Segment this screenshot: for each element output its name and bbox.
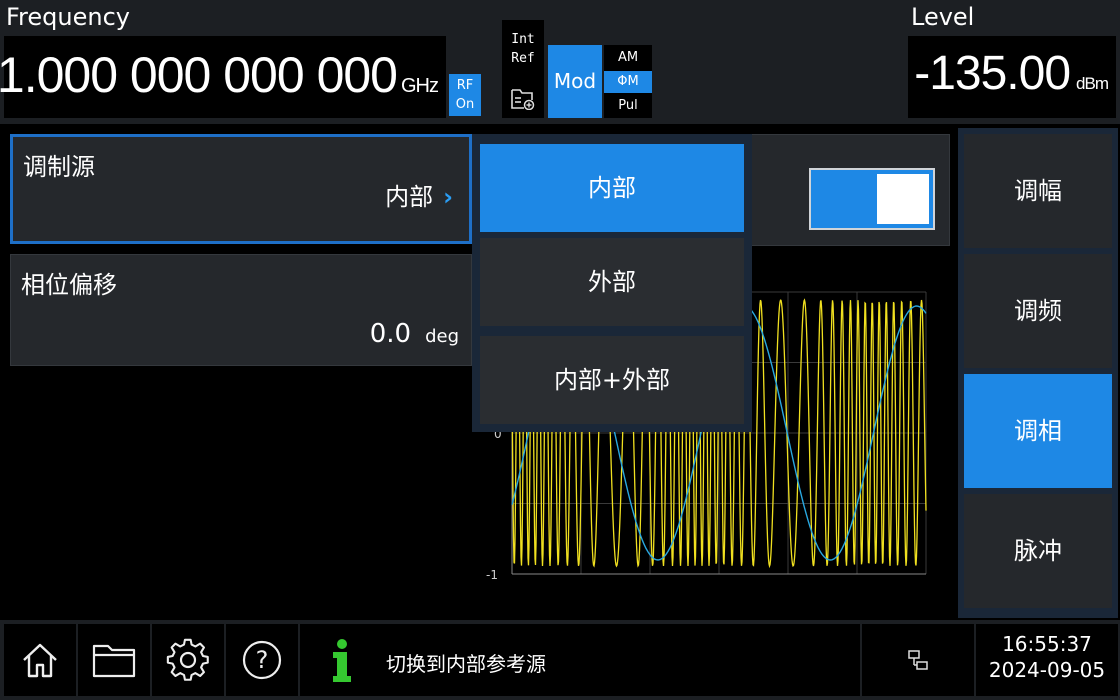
clock-date: 2024-09-05 — [988, 658, 1106, 682]
mod-item-pulse: Pul — [618, 98, 638, 113]
mod-item-am: AM — [617, 50, 639, 65]
mod-type-list: AM ΦM Pul — [604, 45, 652, 118]
frequency-value: 1.000 000 000 000 — [0, 47, 398, 103]
home-icon — [23, 643, 57, 678]
reference-indicator[interactable]: Int Ref — [502, 20, 544, 118]
clock-time: 16:55:37 — [1002, 632, 1092, 656]
dropdown-option-external[interactable]: 外部 — [480, 238, 744, 326]
frequency-label: Frequency — [6, 3, 130, 31]
modulation-source-dropdown: 内部 外部 内部+外部 — [472, 134, 752, 432]
phase-offset-unit: deg — [425, 326, 459, 347]
info-icon — [333, 639, 351, 682]
network-icon — [908, 650, 928, 670]
status-message: 切换到内部参考源 — [386, 652, 546, 676]
frequency-readout: 1.000 000 000 000 GHz — [0, 46, 439, 104]
settings-button[interactable] — [152, 624, 224, 696]
frequency-unit: GHz — [401, 75, 439, 97]
phase-offset-panel[interactable]: 相位偏移 0.0 deg — [10, 254, 472, 366]
y-tick-bottom: -1 — [486, 568, 498, 582]
softkey-am[interactable]: 调幅 — [964, 134, 1112, 248]
modulation-toggle-switch[interactable] — [809, 168, 935, 230]
level-unit: dBm — [1076, 74, 1109, 93]
softkey-fm[interactable]: 调频 — [964, 254, 1112, 368]
phase-offset-value: 0.0 — [369, 319, 412, 349]
phase-offset-value-row: 0.0 deg — [370, 319, 459, 349]
chevron-right-icon: › — [443, 183, 453, 211]
frequency-display[interactable]: 1.000 000 000 000 GHz — [0, 36, 446, 118]
ref-line1: Int — [511, 32, 535, 47]
mod-item-pm: ΦM — [604, 71, 652, 93]
softkey-pm[interactable]: 调相 — [964, 374, 1112, 488]
network-status[interactable] — [862, 624, 974, 696]
rf-badge-line1: RF — [456, 78, 474, 93]
level-readout: -135.00 dBm — [914, 46, 1109, 101]
status-message-area: 切换到内部参考源 — [300, 624, 860, 696]
home-button[interactable] — [4, 624, 76, 696]
level-value: -135.00 — [914, 47, 1071, 100]
help-icon: ? — [242, 640, 282, 680]
modulation-source-title: 调制源 — [23, 153, 95, 181]
folder-icon — [92, 644, 136, 678]
modulation-softkeys: 调幅 调频 调相 脉冲 — [958, 128, 1118, 618]
dropdown-option-internal[interactable]: 内部 — [480, 144, 744, 232]
gear-icon — [166, 638, 209, 681]
clock: 16:55:37 2024-09-05 — [976, 624, 1118, 696]
rf-on-badge[interactable]: RF On — [449, 74, 481, 116]
phase-offset-title: 相位偏移 — [21, 271, 117, 299]
mod-button[interactable]: Mod — [548, 45, 602, 118]
dropdown-option-internal-external[interactable]: 内部+外部 — [480, 336, 744, 424]
level-label: Level — [911, 3, 975, 31]
toggle-knob — [877, 174, 929, 224]
modulation-source-panel[interactable]: 调制源 内部 › — [10, 134, 472, 244]
level-display[interactable]: -135.00 dBm — [908, 36, 1116, 118]
help-button[interactable]: ? — [226, 624, 298, 696]
bottom-bar: ? 切换到内部参考源 16:55:37 2024-09-05 — [0, 620, 1120, 700]
svg-text:?: ? — [256, 646, 269, 674]
top-status-bar: Frequency 1.000 000 000 000 GHz RF On Int… — [0, 0, 1120, 124]
rf-badge-line2: On — [455, 97, 475, 112]
modulation-source-value: 内部 — [385, 183, 434, 211]
ref-line2: Ref — [511, 51, 535, 66]
folder-plus-icon — [511, 89, 535, 110]
modulation-source-value-row: 内部 › — [385, 177, 453, 212]
softkey-pulse[interactable]: 脉冲 — [964, 494, 1112, 608]
files-button[interactable] — [78, 624, 150, 696]
